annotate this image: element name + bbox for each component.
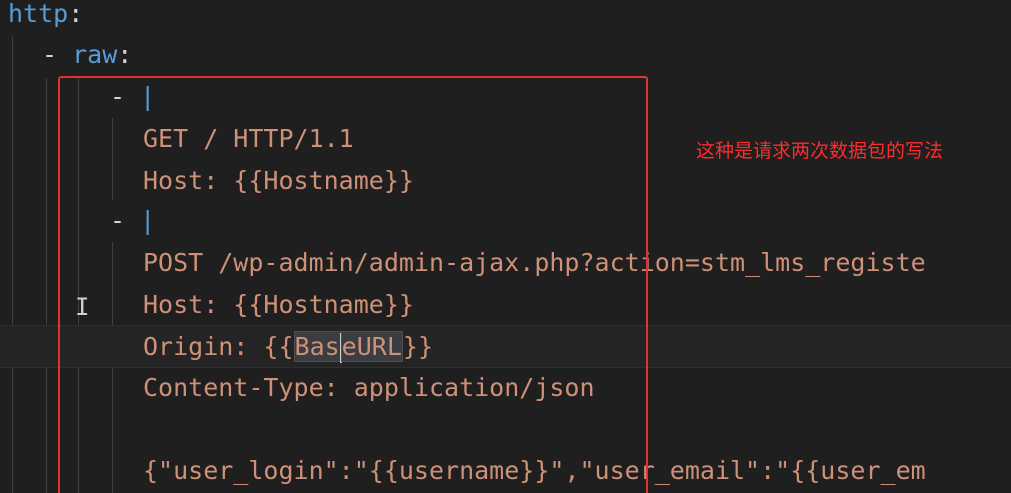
yaml-colon: : <box>68 0 84 28</box>
indent-guide <box>46 78 47 493</box>
yaml-dash: - <box>42 40 73 69</box>
annotation-note: 这种是请求两次数据包的写法 <box>696 140 944 162</box>
yaml-key: raw <box>72 40 118 69</box>
annotation-box <box>58 76 648 493</box>
code-editor[interactable]: http: - raw: - | GET / HTTP/1.1 Host: {{… <box>0 0 1011 493</box>
code-line[interactable]: http: <box>8 0 83 34</box>
yaml-key: http <box>8 0 69 28</box>
code-line[interactable]: - raw: <box>42 34 132 75</box>
indent-guide <box>12 36 13 493</box>
yaml-colon: : <box>117 40 133 69</box>
